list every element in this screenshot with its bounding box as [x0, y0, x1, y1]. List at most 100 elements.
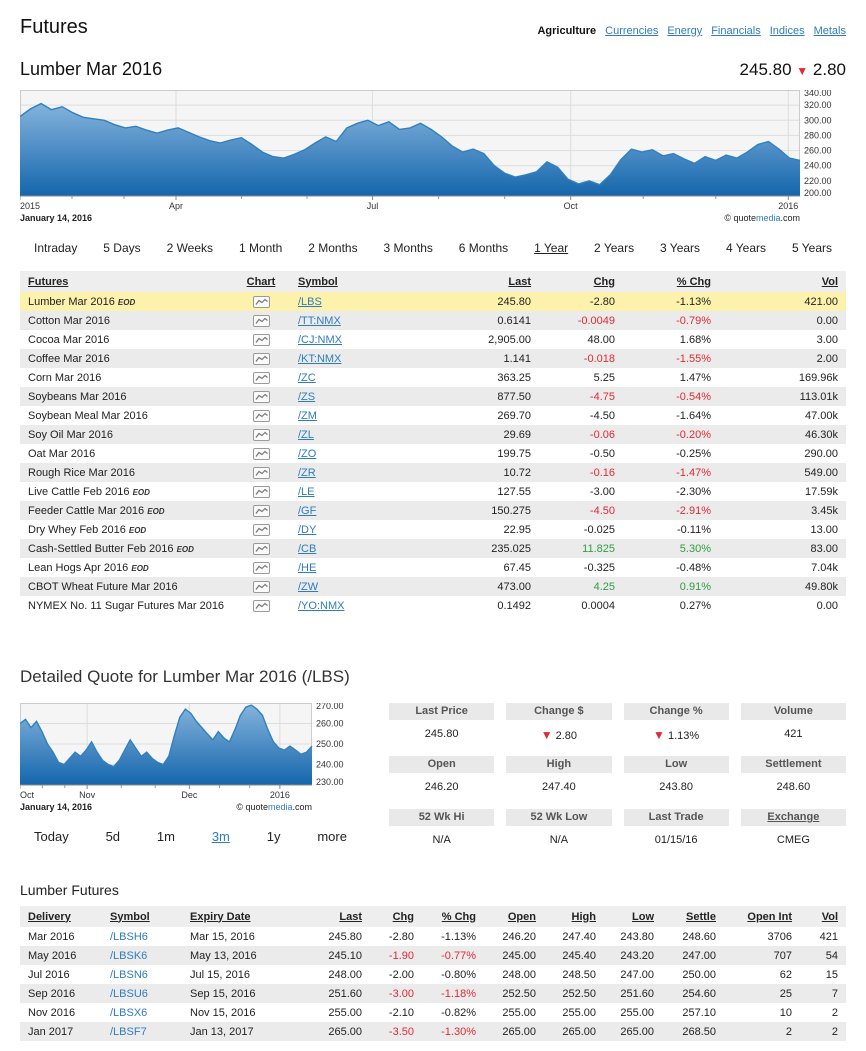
- column-sort-last[interactable]: Last: [339, 911, 362, 923]
- range-tab-4-years[interactable]: 4 Years: [726, 241, 766, 255]
- column-sort-expiry-date[interactable]: Expiry Date: [190, 911, 251, 923]
- column-sort-open-int[interactable]: Open Int: [747, 911, 792, 923]
- range-tab-2-months[interactable]: 2 Months: [308, 241, 357, 255]
- column-sort-low[interactable]: Low: [632, 911, 654, 923]
- mini-tab-3m[interactable]: 3m: [212, 829, 230, 844]
- lumber-row[interactable]: Jan 2017/LBSF7Jan 13, 2017265.00-3.50-1.…: [20, 1022, 846, 1041]
- nav-indices[interactable]: Indices: [770, 25, 805, 37]
- column-sort-last[interactable]: Last: [508, 276, 531, 288]
- futures-row[interactable]: Soybean Meal Mar 2016/ZM269.70-4.50-1.64…: [20, 406, 846, 425]
- symbol-link[interactable]: /LE: [298, 486, 315, 498]
- symbol-link[interactable]: /LBSX6: [110, 1007, 147, 1019]
- column-sort-high[interactable]: High: [572, 911, 596, 923]
- chart-link[interactable]: [232, 368, 290, 387]
- symbol-link[interactable]: /ZW: [298, 581, 318, 593]
- symbol-link[interactable]: /TT:NMX: [298, 315, 341, 327]
- symbol-link[interactable]: /KT:NMX: [298, 353, 341, 365]
- chart-link[interactable]: [232, 387, 290, 406]
- chart-link[interactable]: [232, 501, 290, 520]
- column-sort-vol[interactable]: Vol: [822, 911, 838, 923]
- nav-currencies[interactable]: Currencies: [605, 25, 658, 37]
- lumber-row[interactable]: Jul 2016/LBSN6Jul 15, 2016248.00-2.00-0.…: [20, 965, 846, 984]
- range-tab-3-years[interactable]: 3 Years: [660, 241, 700, 255]
- symbol-link[interactable]: /YO:NMX: [298, 600, 344, 612]
- symbol-link[interactable]: /ZR: [298, 467, 316, 479]
- chart-link[interactable]: [232, 444, 290, 463]
- chart-link[interactable]: [232, 292, 290, 311]
- column-sort-settle[interactable]: Settle: [686, 911, 716, 923]
- futures-row[interactable]: Dry Whey Feb 2016 EOD/DY22.95-0.025-0.11…: [20, 520, 846, 539]
- lumber-row[interactable]: Sep 2016/LBSU6Sep 15, 2016251.60-3.00-1.…: [20, 984, 846, 1003]
- range-tab-5-years[interactable]: 5 Years: [792, 241, 832, 255]
- futures-row[interactable]: NYMEX No. 11 Sugar Futures Mar 2016/YO:N…: [20, 596, 846, 615]
- chart-link[interactable]: [232, 558, 290, 577]
- chart-link[interactable]: [232, 349, 290, 368]
- symbol-link[interactable]: /ZM: [298, 410, 317, 422]
- symbol-link[interactable]: /ZS: [298, 391, 315, 403]
- futures-row[interactable]: Lean Hogs Apr 2016 EOD/HE67.45-0.325-0.4…: [20, 558, 846, 577]
- futures-row[interactable]: Cocoa Mar 2016/CJ:NMX2,905.0048.001.68%3…: [20, 330, 846, 349]
- futures-row[interactable]: Live Cattle Feb 2016 EOD/LE127.55-3.00-2…: [20, 482, 846, 501]
- futures-row[interactable]: Soybeans Mar 2016/ZS877.50-4.75-0.54%113…: [20, 387, 846, 406]
- symbol-link[interactable]: /ZL: [298, 429, 314, 441]
- range-tab-5-days[interactable]: 5 Days: [103, 241, 140, 255]
- futures-row[interactable]: Oat Mar 2016/ZO199.75-0.50-0.25%290.00: [20, 444, 846, 463]
- symbol-link[interactable]: /ZO: [298, 448, 316, 460]
- futures-row[interactable]: Cotton Mar 2016/TT:NMX0.6141-0.0049-0.79…: [20, 311, 846, 330]
- lumber-row[interactable]: Nov 2016/LBSX6Nov 15, 2016255.00-2.10-0.…: [20, 1003, 846, 1022]
- range-tab-intraday[interactable]: Intraday: [34, 241, 77, 255]
- symbol-link[interactable]: /GF: [298, 505, 316, 517]
- symbol-link[interactable]: /LBSU6: [110, 988, 148, 1000]
- column-sort-chart[interactable]: Chart: [247, 276, 276, 288]
- futures-row[interactable]: Feeder Cattle Mar 2016 EOD/GF150.275-4.5…: [20, 501, 846, 520]
- symbol-link[interactable]: /LBS: [298, 296, 322, 308]
- chart-link[interactable]: [232, 520, 290, 539]
- futures-row[interactable]: Coffee Mar 2016/KT:NMX1.141-0.018-1.55%2…: [20, 349, 846, 368]
- column-sort-open[interactable]: Open: [508, 911, 536, 923]
- chart-link[interactable]: [232, 425, 290, 444]
- column-sort-symbol[interactable]: Symbol: [110, 911, 150, 923]
- column-sort--chg[interactable]: % Chg: [677, 276, 711, 288]
- symbol-link[interactable]: /ZC: [298, 372, 316, 384]
- futures-row[interactable]: Rough Rice Mar 2016/ZR10.72-0.16-1.47%54…: [20, 463, 846, 482]
- quote-cell-label[interactable]: Exchange: [741, 809, 846, 826]
- chart-link[interactable]: [232, 463, 290, 482]
- column-sort-chg[interactable]: Chg: [393, 911, 414, 923]
- chart-link[interactable]: [232, 330, 290, 349]
- column-sort-delivery[interactable]: Delivery: [28, 911, 71, 923]
- symbol-link[interactable]: /HE: [298, 562, 316, 574]
- mini-tab-1y[interactable]: 1y: [267, 829, 281, 844]
- lumber-row[interactable]: Mar 2016/LBSH6Mar 15, 2016245.80-2.80-1.…: [20, 927, 846, 946]
- column-sort-futures[interactable]: Futures: [28, 276, 68, 288]
- range-tab-6-months[interactable]: 6 Months: [459, 241, 508, 255]
- symbol-link[interactable]: /DY: [298, 524, 316, 536]
- mini-tab-1m[interactable]: 1m: [157, 829, 175, 844]
- symbol-link[interactable]: /CJ:NMX: [298, 334, 342, 346]
- column-sort--chg[interactable]: % Chg: [442, 911, 476, 923]
- futures-row[interactable]: Lumber Mar 2016 EOD/LBS245.80-2.80-1.13%…: [20, 292, 846, 311]
- range-tab-3-months[interactable]: 3 Months: [384, 241, 433, 255]
- chart-link[interactable]: [232, 311, 290, 330]
- nav-financials[interactable]: Financials: [711, 25, 761, 37]
- futures-row[interactable]: Soy Oil Mar 2016/ZL29.69-0.06-0.20%46.30…: [20, 425, 846, 444]
- range-tab-1-month[interactable]: 1 Month: [239, 241, 282, 255]
- mini-tab-more[interactable]: more: [317, 829, 347, 844]
- chart-link[interactable]: [232, 406, 290, 425]
- range-tab-2-years[interactable]: 2 Years: [594, 241, 634, 255]
- column-sort-symbol[interactable]: Symbol: [298, 276, 338, 288]
- chart-link[interactable]: [232, 577, 290, 596]
- chart-link[interactable]: [232, 482, 290, 501]
- column-sort-chg[interactable]: Chg: [594, 276, 615, 288]
- symbol-link[interactable]: /LBSK6: [110, 950, 147, 962]
- mini-tab-5d[interactable]: 5d: [106, 829, 120, 844]
- futures-row[interactable]: Corn Mar 2016/ZC363.255.251.47%169.96k: [20, 368, 846, 387]
- range-tab-2-weeks[interactable]: 2 Weeks: [167, 241, 213, 255]
- nav-agriculture[interactable]: Agriculture: [537, 25, 596, 37]
- range-tab-1-year[interactable]: 1 Year: [534, 241, 568, 255]
- mini-tab-today[interactable]: Today: [34, 829, 69, 844]
- symbol-link[interactable]: /CB: [298, 543, 316, 555]
- column-sort-vol[interactable]: Vol: [822, 276, 838, 288]
- lumber-row[interactable]: May 2016/LBSK6May 13, 2016245.10-1.90-0.…: [20, 946, 846, 965]
- nav-energy[interactable]: Energy: [667, 25, 702, 37]
- symbol-link[interactable]: /LBSF7: [110, 1026, 147, 1038]
